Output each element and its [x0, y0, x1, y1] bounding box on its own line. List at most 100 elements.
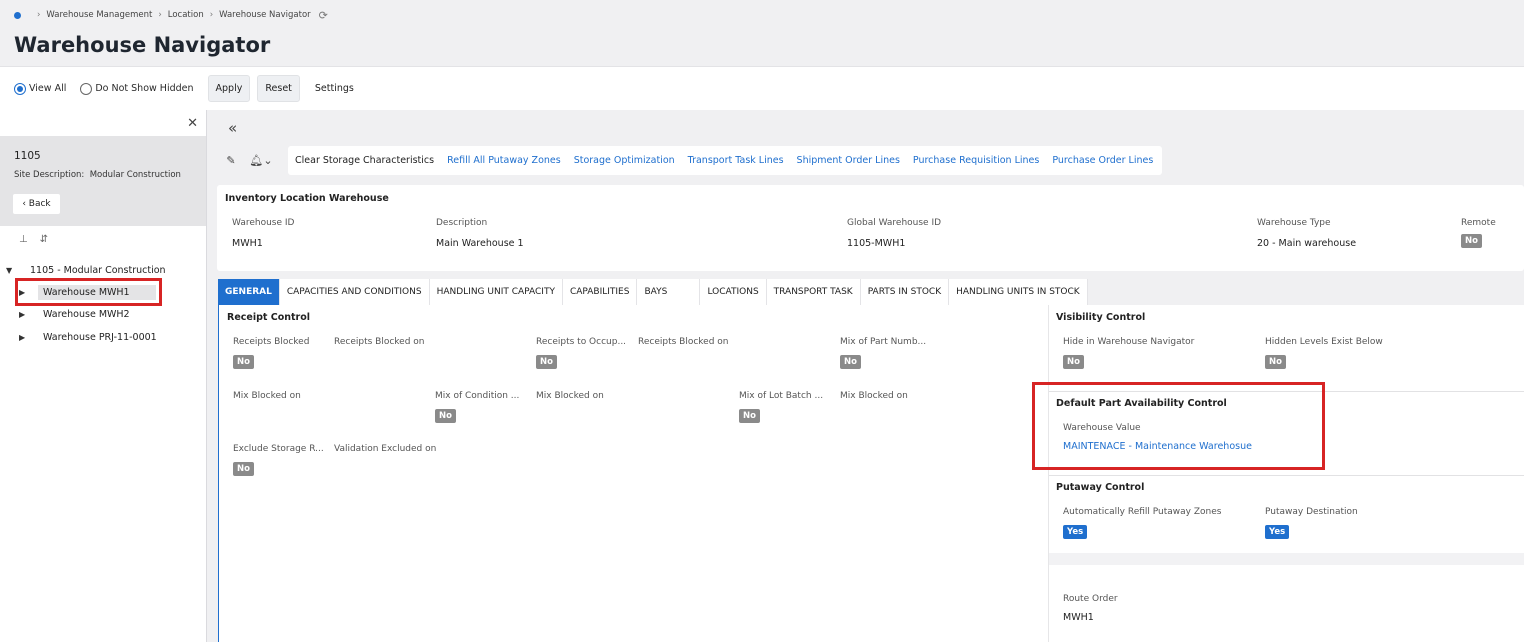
tab-capacities-and-conditions[interactable]: CAPACITIES AND CONDITIONS: [280, 279, 430, 305]
caret-right-icon[interactable]: ▶: [19, 333, 27, 342]
site-description: Site Description: Modular Construction: [14, 170, 192, 180]
expand-collapse-icon[interactable]: ⇵: [40, 234, 48, 245]
view-all-label: View All: [29, 83, 67, 94]
site-info: 1105 Site Description: Modular Construct…: [0, 136, 206, 226]
section-gap: [1049, 553, 1524, 565]
warehouse-type-field: Warehouse Type 20 - Main warehouse: [1257, 218, 1356, 249]
bell-icon[interactable]: 🔔︎⌄: [244, 154, 278, 167]
command-toolbar: ✎ 🔔︎⌄ Clear Storage Characteristics Refi…: [218, 145, 1163, 175]
tab-handling-units-in-stock[interactable]: HANDLING UNITS IN STOCK: [949, 279, 1088, 305]
do-not-show-hidden-radio[interactable]: Do Not Show Hidden: [80, 82, 194, 95]
mix-of-condition-field: Mix of Condition ... No: [435, 391, 519, 423]
radio-selected-icon: [14, 82, 26, 95]
field-label: Putaway Destination: [1265, 507, 1358, 517]
putaway-destination-field: Putaway Destination Yes: [1265, 507, 1358, 539]
refresh-icon[interactable]: ⟳: [319, 9, 328, 22]
storage-optimization-link[interactable]: Storage Optimization: [574, 155, 675, 166]
field-label: Remote: [1461, 218, 1496, 228]
mix-blocked-on-field-2: Mix Blocked on: [536, 391, 604, 401]
hidden-levels-field: Hidden Levels Exist Below No: [1265, 337, 1383, 369]
right-column: Visibility Control Hide in Warehouse Nav…: [1048, 305, 1524, 642]
receipts-blocked-on-field: Receipts Blocked on: [334, 337, 425, 347]
tree-node-label: Warehouse PRJ-11-0001: [43, 331, 157, 343]
warehouse-id-field: Warehouse ID MWH1: [232, 218, 294, 249]
section-divider: [1049, 475, 1524, 476]
field-value: MWH1: [1063, 612, 1094, 623]
mix-of-part-numbers-field: Mix of Part Numb... No: [840, 337, 926, 369]
pin-icon[interactable]: ⊥: [19, 234, 28, 245]
route-order-field: Route Order MWH1: [1063, 594, 1118, 623]
back-label: Back: [28, 199, 51, 209]
mix-of-lot-batch-field: Mix of Lot Batch ... No: [739, 391, 823, 423]
purchase-requisition-lines-link[interactable]: Purchase Requisition Lines: [913, 155, 1039, 166]
no-badge: No: [1063, 355, 1084, 369]
refill-all-putaway-zones-link[interactable]: Refill All Putaway Zones: [447, 155, 561, 166]
back-button[interactable]: ‹ Back: [13, 194, 60, 214]
tab-capabilities[interactable]: CAPABILITIES: [563, 279, 638, 305]
field-label: Mix Blocked on: [840, 391, 908, 401]
transport-task-lines-link[interactable]: Transport Task Lines: [688, 155, 784, 166]
receipts-blocked-field: Receipts Blocked No: [233, 337, 309, 369]
field-label: Mix of Part Numb...: [840, 337, 927, 347]
validation-excluded-on-field: Validation Excluded on: [334, 444, 436, 454]
reset-button[interactable]: Reset: [257, 75, 300, 102]
tree-node-warehouse-prj-11-0001[interactable]: ▶ Warehouse PRJ-11-0001: [19, 328, 162, 346]
shipment-order-lines-link[interactable]: Shipment Order Lines: [797, 155, 900, 166]
field-label: Route Order: [1063, 594, 1118, 604]
field-label: Receipts Blocked on: [638, 337, 729, 347]
command-group: Clear Storage Characteristics Refill All…: [288, 145, 1163, 175]
field-label: Hidden Levels Exist Below: [1265, 337, 1383, 347]
field-value: 1105-MWH1: [847, 238, 906, 249]
breadcrumb-item-location[interactable]: Location: [168, 10, 204, 20]
double-chevron-left-icon[interactable]: «: [228, 119, 237, 137]
hide-in-navigator-field: Hide in Warehouse Navigator No: [1063, 337, 1194, 369]
field-label: Warehouse ID: [232, 218, 295, 228]
warehouse-header-card: Inventory Location Warehouse Warehouse I…: [217, 185, 1524, 271]
field-label: Mix of Lot Batch ...: [739, 391, 824, 401]
radio-empty-icon: [80, 82, 93, 95]
no-badge: No: [840, 355, 861, 369]
breadcrumb-item-warehouse-navigator: Warehouse Navigator: [219, 10, 311, 20]
tab-transport-task[interactable]: TRANSPORT TASK: [767, 279, 861, 305]
close-icon[interactable]: ✕: [187, 116, 198, 131]
home-icon[interactable]: [14, 11, 21, 19]
tree-node-site[interactable]: ▼ 1105 - Modular Construction: [6, 261, 171, 279]
tree-node-label: 1105 - Modular Construction: [30, 264, 166, 276]
receipts-to-occupied-field: Receipts to Occup... No: [536, 337, 626, 369]
caret-down-icon[interactable]: ▼: [6, 266, 14, 275]
tab-bays[interactable]: BAYS: [637, 279, 701, 305]
chevron-right-icon: ›: [158, 10, 162, 20]
tab-handling-unit-capacity[interactable]: HANDLING UNIT CAPACITY: [430, 279, 563, 305]
general-tab-content: Receipt Control Receipts Blocked No Rece…: [218, 305, 1524, 642]
navigator-panel: ✕ 1105 Site Description: Modular Constru…: [0, 110, 207, 642]
apply-button[interactable]: Apply: [207, 75, 251, 102]
breadcrumb-item-warehouse-management[interactable]: Warehouse Management: [46, 10, 152, 20]
yes-badge: Yes: [1063, 525, 1088, 539]
description-field: Description Main Warehouse 1: [436, 218, 524, 249]
field-label: Warehouse Type: [1257, 218, 1331, 228]
visibility-control-title: Visibility Control: [1056, 312, 1146, 323]
settings-button[interactable]: Settings: [307, 75, 362, 102]
caret-right-icon[interactable]: ▶: [19, 310, 27, 319]
header-card-title: Inventory Location Warehouse: [225, 193, 389, 204]
tab-locations[interactable]: LOCATIONS: [700, 279, 767, 305]
filter-bar: View All Do Not Show Hidden Apply Reset …: [0, 66, 1524, 110]
tab-parts-in-stock[interactable]: PARTS IN STOCK: [861, 279, 950, 305]
field-label: Automatically Refill Putaway Zones: [1063, 507, 1222, 517]
field-label: Validation Excluded on: [334, 444, 437, 454]
chevron-right-icon: ›: [209, 10, 214, 20]
tree-node-warehouse-mwh2[interactable]: ▶ Warehouse MWH2: [19, 305, 135, 323]
field-label: Receipts to Occup...: [536, 337, 627, 347]
clear-storage-characteristics-command[interactable]: Clear Storage Characteristics: [295, 155, 434, 166]
do-not-show-hidden-label: Do Not Show Hidden: [95, 83, 194, 94]
edit-icon[interactable]: ✎: [218, 154, 244, 167]
view-all-radio[interactable]: View All: [14, 82, 67, 95]
field-label: Mix Blocked on: [233, 391, 301, 401]
page-title: Warehouse Navigator: [14, 33, 271, 57]
field-label: Global Warehouse ID: [847, 218, 942, 228]
global-warehouse-id-field: Global Warehouse ID 1105-MWH1: [847, 218, 941, 249]
remote-field: Remote No: [1461, 218, 1496, 248]
field-value: Main Warehouse 1: [436, 238, 524, 249]
purchase-order-lines-link[interactable]: Purchase Order Lines: [1052, 155, 1153, 166]
tab-general[interactable]: GENERAL: [218, 279, 280, 305]
